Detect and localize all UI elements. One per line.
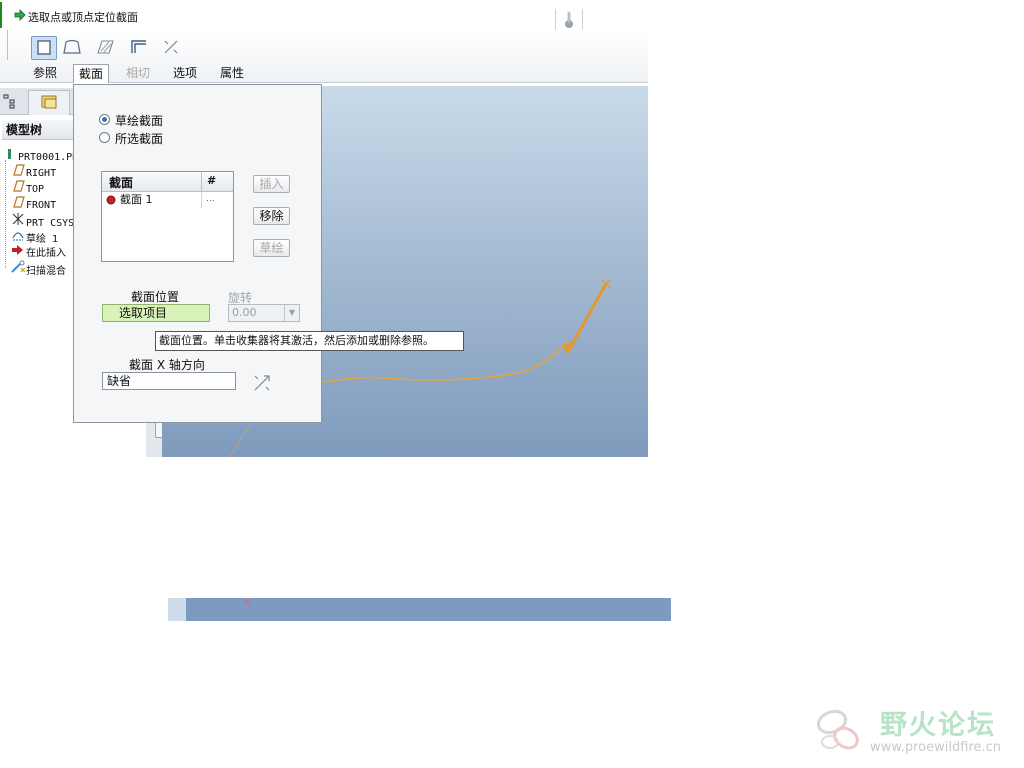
section-table-header: 截面 # (102, 172, 233, 192)
window-grip[interactable] (555, 9, 583, 31)
column-divider (201, 172, 202, 191)
sketch-button[interactable]: 草绘 (253, 239, 290, 257)
rotation-value: 0.00 (232, 306, 257, 319)
insert-here-icon (10, 244, 26, 260)
prompt-text: 选取点或顶点定位截面 (28, 11, 138, 24)
model-tree-tab-icon[interactable] (2, 92, 22, 110)
prompt-indicator-bar (0, 2, 2, 28)
section-table: 截面 # 截面 1... (101, 171, 234, 262)
insert-button[interactable]: 插入 (253, 175, 290, 193)
tab-0[interactable]: 参照 (28, 64, 62, 82)
section-row-label: 截面 1 (120, 193, 153, 206)
selected-section-label: 所选截面 (115, 132, 164, 146)
section-row-value: ... (206, 194, 215, 204)
model-tree-node[interactable]: 在此插入 (10, 244, 74, 260)
datum-plane-icon (10, 196, 26, 212)
model-tree-node-label: 在此插入 (26, 248, 66, 259)
x-axis-direction-label: 截面 X 轴方向 (129, 358, 205, 372)
model-tree-node-label: 草绘 1 (26, 234, 59, 244)
tab-3[interactable]: 选项 (168, 64, 202, 82)
surface-icon (63, 39, 81, 54)
sketch-icon (10, 228, 26, 244)
flip-arrows-icon (164, 40, 178, 54)
model-tree-node-label: PRT_CSYS_DEF (26, 218, 74, 228)
datum-plane-icon (10, 180, 26, 196)
datum-plane-icon (10, 164, 26, 180)
model-tree-node-label: RIGHT (26, 168, 57, 179)
flip-direction-button[interactable] (159, 36, 183, 58)
section-column-header: 截面 (109, 176, 134, 190)
solid-icon (37, 40, 51, 55)
model-tree-node-label: 扫描混合 (26, 266, 66, 276)
folder-browser-tab[interactable] (28, 90, 70, 115)
folder-icon (41, 95, 57, 109)
rotation-dropdown-arrow-icon[interactable]: ▼ (284, 305, 299, 321)
butterfly-logo-icon (816, 709, 859, 750)
model-tree-header: 模型树 (2, 120, 74, 140)
section-position-collector[interactable]: 选取项目 (102, 304, 210, 322)
tab-2[interactable]: 相切 (121, 64, 155, 82)
remove-button[interactable]: 移除 (253, 207, 290, 225)
status-dot-icon (106, 195, 116, 205)
lower-band-left-panel (168, 598, 186, 621)
navigator-tabs (0, 88, 74, 115)
solid-toggle-button[interactable] (31, 36, 57, 60)
surface-toggle-button[interactable] (60, 36, 84, 58)
thicken-button[interactable] (127, 36, 151, 58)
model-tree-node[interactable]: TOP (10, 180, 74, 196)
coordinate-system-icon (10, 212, 26, 228)
remove-material-icon (97, 40, 114, 54)
tab-4[interactable]: 属性 (215, 64, 249, 82)
collector-tooltip: 截面位置。单击收集器将其激活，然后添加或删除参照。 (155, 331, 464, 351)
thicken-icon (131, 40, 146, 53)
sketched-section-label: 草绘截面 (115, 114, 164, 128)
x-axis-direction-collector[interactable]: 缺省 (102, 372, 236, 390)
rotation-field[interactable]: 0.00 ▼ (228, 304, 300, 322)
small-x-marker-icon (243, 598, 251, 606)
row-divider (201, 192, 202, 208)
prompt-arrow-icon (14, 9, 26, 21)
hash-column-header: # (207, 174, 217, 187)
tab-1[interactable]: 截面 (73, 64, 110, 83)
viewport-scroll-tab[interactable] (155, 422, 162, 438)
lower-viewport-band (168, 598, 671, 621)
x-axis-flip-icon[interactable] (252, 373, 272, 393)
model-tree-node[interactable]: PRT_CSYS_DEF (10, 212, 74, 228)
model-tree-node[interactable]: 扫描混合 (10, 260, 74, 276)
selected-section-radio[interactable] (99, 132, 110, 143)
model-tree-node[interactable]: RIGHT (10, 164, 74, 180)
dashboard-separator (7, 30, 8, 60)
model-tree-node[interactable]: PRT0001.PRT (2, 148, 74, 164)
model-tree-node[interactable]: 草绘 1 (10, 228, 74, 244)
watermark-url: www.proewildfire.cn (870, 740, 1001, 755)
section-position-label: 截面位置 (131, 290, 180, 304)
model-tree-node-label: PRT0001.PRT (18, 152, 74, 163)
message-prompt-bar: 选取点或顶点定位截面 (0, 0, 648, 30)
thermometer-icon (565, 12, 573, 28)
section-row[interactable]: 截面 1... (102, 192, 233, 208)
remove-material-button[interactable] (93, 36, 117, 58)
model-tree-node-label: TOP (26, 184, 45, 195)
swept-blend-icon (10, 260, 26, 276)
model-tree-node-label: FRONT (26, 200, 57, 211)
tree-connector-line (5, 160, 7, 268)
model-tree-node[interactable]: FRONT (10, 196, 74, 212)
watermark-name: 野火论坛 (880, 710, 996, 741)
sketched-section-radio[interactable] (99, 114, 110, 125)
